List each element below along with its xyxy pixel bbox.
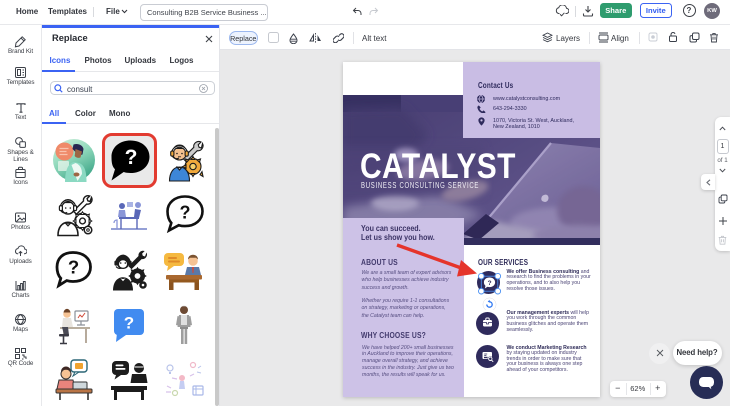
svg-text:?: ? bbox=[124, 314, 134, 333]
svg-text:?: ? bbox=[125, 146, 138, 169]
svg-text:?: ? bbox=[68, 257, 79, 278]
svg-text:?: ? bbox=[488, 280, 492, 287]
svg-text:?: ? bbox=[180, 203, 191, 223]
